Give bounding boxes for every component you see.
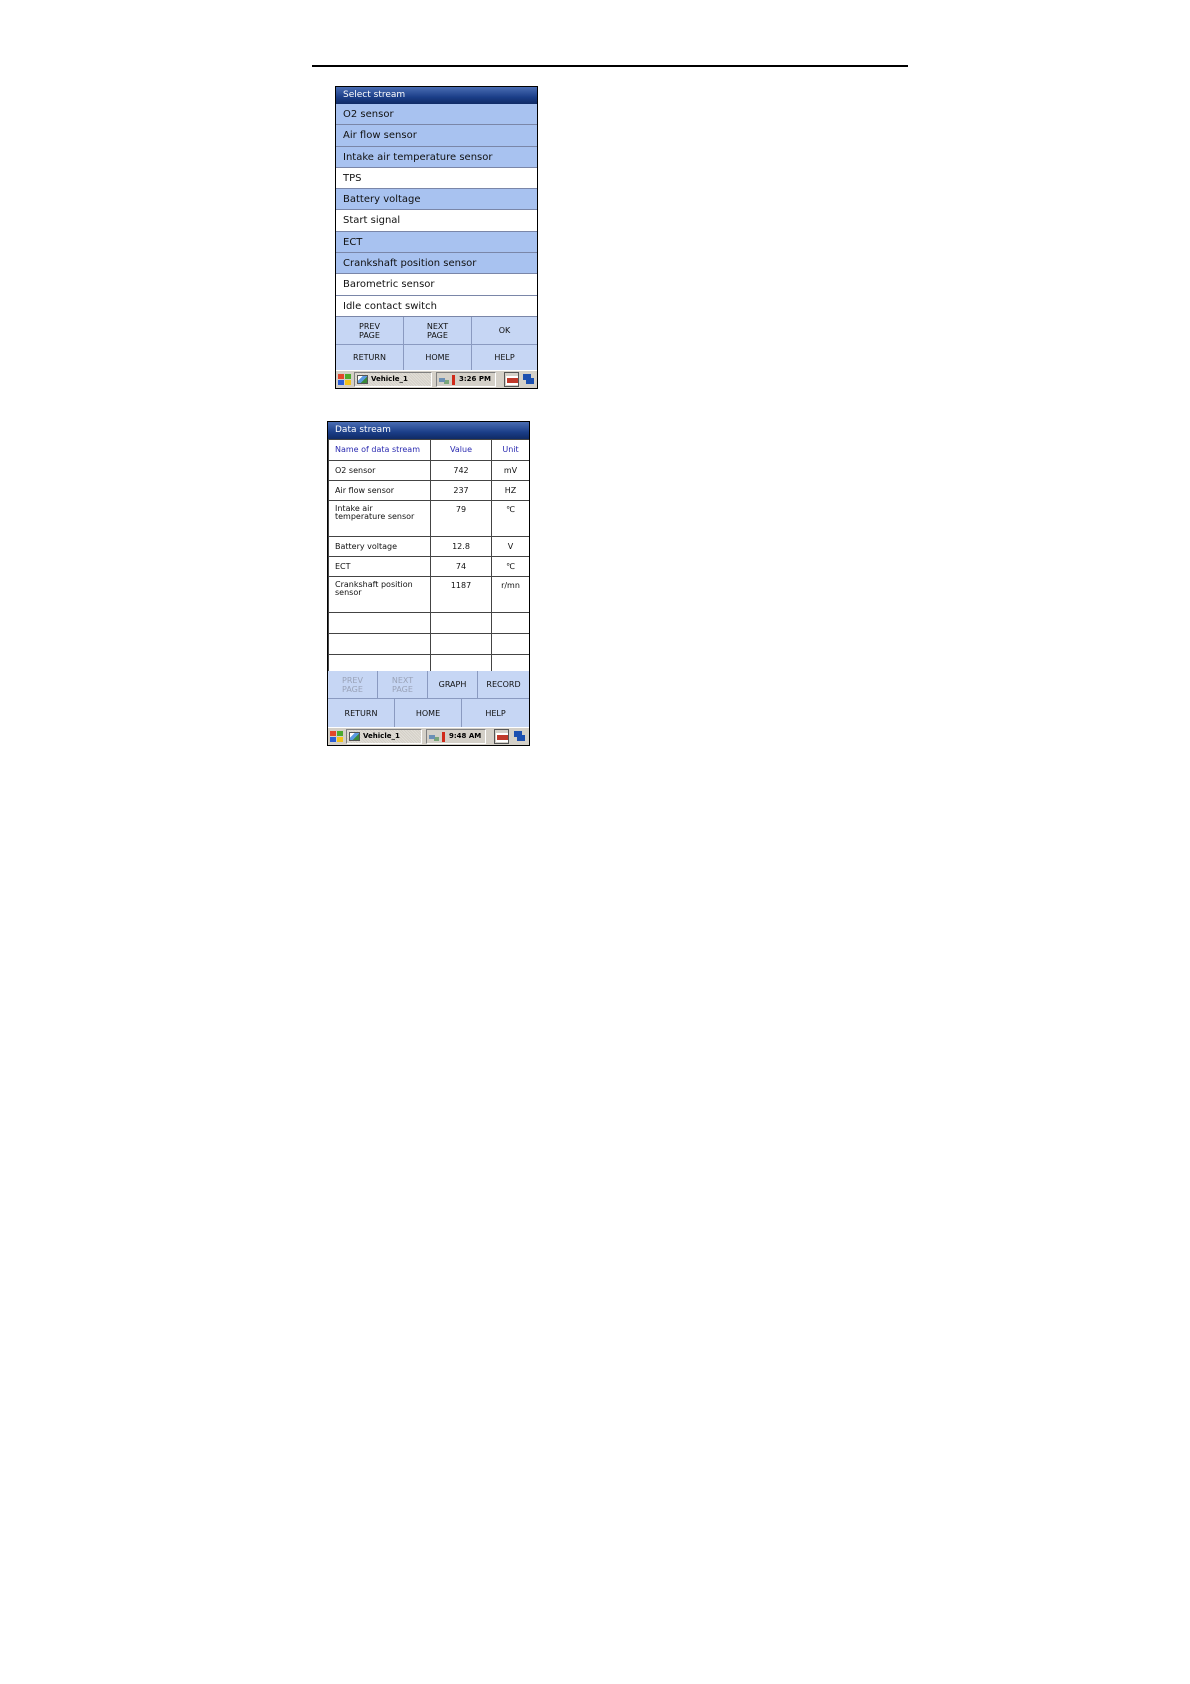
select-stream-window: Select stream O2 sensor Air flow sensor … <box>335 86 538 389</box>
row-name: Crankshaft position sensor <box>328 576 431 613</box>
data-stream-table: Name of data stream Value Unit O2 sensor… <box>328 439 529 676</box>
prev-page-button[interactable]: PREV PAGE <box>328 671 378 699</box>
graph-button[interactable]: GRAPH <box>428 671 478 699</box>
empty-row <box>328 612 529 634</box>
stream-item-tps[interactable]: TPS <box>336 168 537 190</box>
prev-page-button[interactable]: PREV PAGE <box>336 317 404 345</box>
stream-item-start-signal[interactable]: Start signal <box>336 210 537 232</box>
stream-item-label: Intake air temperature sensor <box>343 151 493 163</box>
start-menu-icon[interactable] <box>337 372 352 387</box>
stream-item-o2-sensor[interactable]: O2 sensor <box>336 104 537 126</box>
data-stream-window: Data stream Name of data stream Value Un… <box>327 421 530 746</box>
clock-label: 9:48 AM <box>449 732 482 740</box>
row-value: 1187 <box>430 576 492 613</box>
row-unit: HZ <box>491 480 529 501</box>
stream-item-label: Battery voltage <box>343 194 421 206</box>
start-menu-icon[interactable] <box>329 729 344 744</box>
row-value: 79 <box>430 500 492 537</box>
stream-item-crankshaft-position-sensor[interactable]: Crankshaft position sensor <box>336 253 537 275</box>
table-row: Battery voltage 12.8 V <box>328 536 529 557</box>
row-unit: r/mn <box>491 576 529 613</box>
stream-item-barometric-sensor[interactable]: Barometric sensor <box>336 274 537 296</box>
clock-label: 3:26 PM <box>459 375 491 383</box>
vehicle-app-icon <box>349 732 360 741</box>
return-button[interactable]: RETURN <box>328 699 395 728</box>
system-tray: 3:26 PM <box>436 372 496 387</box>
row-unit: ℃ <box>491 500 529 537</box>
vehicle-app-icon <box>357 375 368 384</box>
home-button[interactable]: HOME <box>404 345 472 371</box>
return-button[interactable]: RETURN <box>336 345 404 371</box>
stream-item-label: Air flow sensor <box>343 130 417 142</box>
row-name: Air flow sensor <box>328 480 431 501</box>
row-name: Battery voltage <box>328 536 431 557</box>
row-unit: mV <box>491 460 529 481</box>
stream-item-idle-contact-switch[interactable]: Idle contact switch <box>336 296 537 317</box>
stream-item-ect[interactable]: ECT <box>336 231 537 254</box>
stream-item-intake-air-temperature-sensor[interactable]: Intake air temperature sensor <box>336 146 537 168</box>
stream-item-label: Idle contact switch <box>343 300 437 312</box>
taskbar: Vehicle_1 9:48 AM <box>328 727 529 745</box>
taskbar-app-label: Vehicle_1 <box>371 375 408 383</box>
ok-button[interactable]: OK <box>472 317 537 345</box>
table-row: Intake air temperature sensor 79 ℃ <box>328 500 529 537</box>
window-title: Select stream <box>336 87 537 104</box>
row-name: ECT <box>328 556 431 577</box>
record-button[interactable]: RECORD <box>478 671 529 699</box>
taskbar-app-label: Vehicle_1 <box>363 732 400 740</box>
row-value: 74 <box>430 556 492 577</box>
table-row: Crankshaft position sensor 1187 r/mn <box>328 576 529 613</box>
empty-row <box>328 633 529 655</box>
column-header-value: Value <box>430 439 492 461</box>
table-row: O2 sensor 742 mV <box>328 460 529 481</box>
input-panel-icon[interactable] <box>504 372 519 387</box>
show-desktop-icon[interactable] <box>513 729 526 744</box>
stream-item-label: Start signal <box>343 215 401 227</box>
header-rule <box>312 65 908 67</box>
window-title: Data stream <box>328 422 529 439</box>
input-panel-icon[interactable] <box>494 729 509 744</box>
show-desktop-icon[interactable] <box>522 372 535 387</box>
stream-list: O2 sensor Air flow sensor Intake air tem… <box>336 104 537 317</box>
row-name: Intake air temperature sensor <box>328 500 431 537</box>
network-icon <box>429 733 439 741</box>
row-value: 12.8 <box>430 536 492 557</box>
power-icon <box>440 732 447 742</box>
stream-item-battery-voltage[interactable]: Battery voltage <box>336 189 537 211</box>
next-page-button[interactable]: NEXT PAGE <box>378 671 428 699</box>
row-value: 237 <box>430 480 492 501</box>
row-value: 742 <box>430 460 492 481</box>
help-button[interactable]: HELP <box>472 345 537 371</box>
column-header-unit: Unit <box>491 439 529 461</box>
row-unit: V <box>491 536 529 557</box>
system-tray: 9:48 AM <box>426 729 486 744</box>
table-row: Air flow sensor 237 HZ <box>328 480 529 501</box>
home-button[interactable]: HOME <box>395 699 462 728</box>
table-header-row: Name of data stream Value Unit <box>328 439 529 461</box>
row-name: O2 sensor <box>328 460 431 481</box>
help-button[interactable]: HELP <box>462 699 529 728</box>
taskbar-app-button[interactable]: Vehicle_1 <box>354 372 432 387</box>
stream-item-label: O2 sensor <box>343 109 394 120</box>
taskbar-app-button[interactable]: Vehicle_1 <box>346 729 422 744</box>
row-unit: ℃ <box>491 556 529 577</box>
stream-item-label: ECT <box>343 236 363 248</box>
stream-item-label: Crankshaft position sensor <box>343 258 477 270</box>
stream-item-air-flow-sensor[interactable]: Air flow sensor <box>336 125 537 147</box>
stream-item-label: Barometric sensor <box>343 279 435 291</box>
stream-item-label: TPS <box>343 172 362 184</box>
column-header-name: Name of data stream <box>328 439 431 461</box>
network-icon <box>439 376 449 384</box>
taskbar: Vehicle_1 3:26 PM <box>336 370 537 388</box>
next-page-button[interactable]: NEXT PAGE <box>404 317 472 345</box>
power-icon <box>450 375 457 385</box>
table-row: ECT 74 ℃ <box>328 556 529 577</box>
